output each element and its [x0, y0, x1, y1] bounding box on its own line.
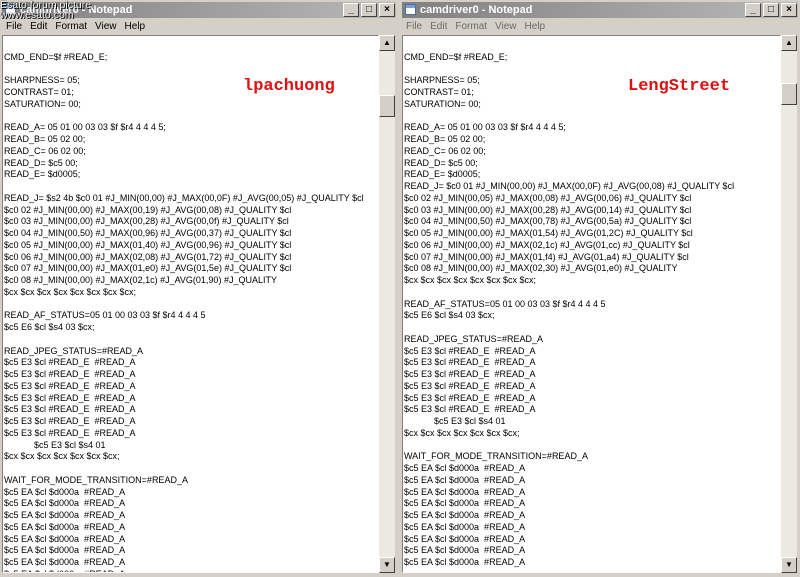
title-bar[interactable]: camdriver0 - Notepad _ □ × — [402, 2, 798, 18]
close-icon[interactable]: × — [379, 3, 395, 17]
menu-help[interactable]: Help — [521, 19, 550, 34]
maximize-icon[interactable]: □ — [763, 3, 779, 17]
watermark: Esato forum picture www.esato.com — [0, 0, 91, 20]
menu-help[interactable]: Help — [121, 19, 150, 34]
menu-bar: File Edit Format View Help — [2, 19, 396, 34]
menu-view[interactable]: View — [91, 19, 121, 34]
notepad-window-right: camdriver0 - Notepad _ □ × File Edit Forma… — [400, 0, 800, 577]
menu-edit[interactable]: Edit — [426, 19, 451, 34]
annotation-label-right: LengStreet — [628, 77, 731, 96]
notepad-window-left: camdriver0 - Notepad _ □ × File Edit Forma… — [0, 0, 398, 577]
menu-file[interactable]: File — [402, 19, 426, 34]
notepad-icon[interactable] — [405, 4, 416, 15]
menu-format[interactable]: Format — [451, 19, 491, 34]
menu-view[interactable]: View — [491, 19, 521, 34]
menu-file[interactable]: File — [2, 19, 26, 34]
editor-content[interactable]: CMD_END=$f #READ_E; SHARPNESS= 05; CONTR… — [403, 40, 734, 569]
window-title: camdriver0 - Notepad — [420, 4, 533, 16]
arrow-down-icon[interactable]: ▼ — [781, 557, 797, 573]
close-icon[interactable]: × — [781, 3, 797, 17]
arrow-up-icon[interactable]: ▲ — [379, 35, 395, 51]
minimize-icon[interactable]: _ — [343, 3, 359, 17]
menu-format[interactable]: Format — [51, 19, 91, 34]
annotation-label-left: lpachuong — [243, 77, 335, 96]
menu-edit[interactable]: Edit — [26, 19, 51, 34]
vertical-scrollbar[interactable]: ▲ ▼ — [781, 35, 797, 573]
minimize-icon[interactable]: _ — [745, 3, 761, 17]
text-editor[interactable]: CMD_END=$f #READ_E; SHARPNESS= 05; CONTR… — [402, 35, 781, 573]
arrow-down-icon[interactable]: ▼ — [379, 557, 395, 573]
watermark-line: www.esato.com — [0, 9, 74, 21]
editor-content[interactable]: CMD_END=$f #READ_E; SHARPNESS= 05; CONTR… — [3, 40, 364, 572]
scrollbar-thumb[interactable] — [379, 95, 395, 117]
menu-bar: File Edit Format View Help — [402, 19, 798, 34]
vertical-scrollbar[interactable]: ▲ ▼ — [379, 35, 395, 573]
arrow-up-icon[interactable]: ▲ — [781, 35, 797, 51]
maximize-icon[interactable]: □ — [361, 3, 377, 17]
text-editor[interactable]: CMD_END=$f #READ_E; SHARPNESS= 05; CONTR… — [2, 35, 379, 573]
scrollbar-thumb[interactable] — [781, 83, 797, 105]
